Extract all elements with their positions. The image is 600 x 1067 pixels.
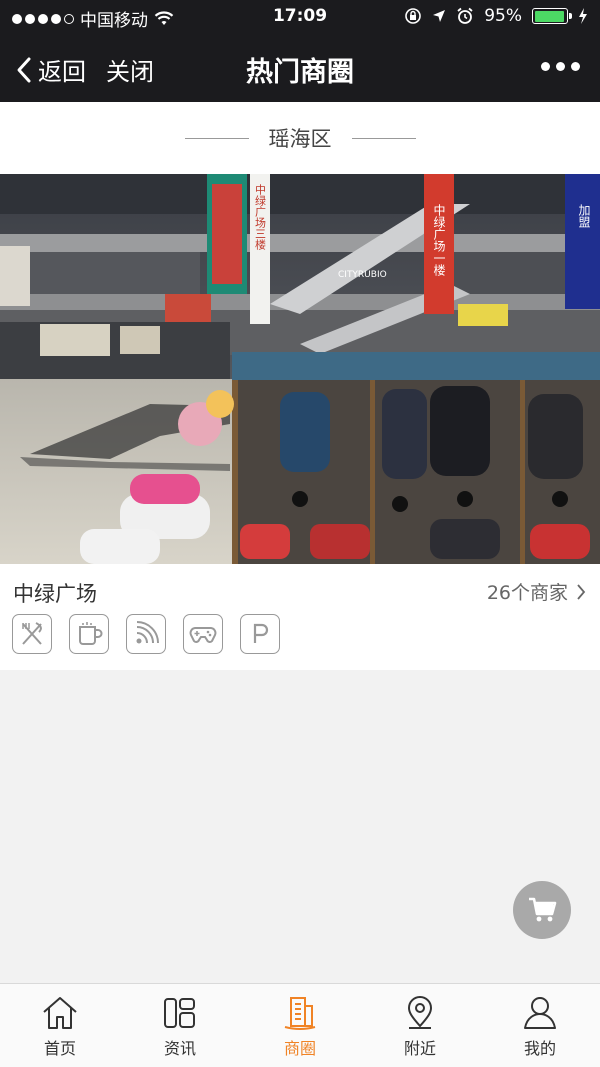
photo-sign-floor1: 中绿广场一楼 [432, 203, 446, 276]
status-bar: 中国移动 17:09 95% [0, 0, 600, 34]
tab-label: 附近 [403, 1039, 436, 1058]
tab-label: 我的 [523, 1039, 556, 1058]
district-header: 瑶海区 [0, 102, 600, 174]
news-icon [164, 998, 195, 1028]
photo-sign-floor3: 中绿广场三楼 [254, 184, 267, 251]
battery-percent: 95% [484, 6, 522, 26]
page-title: 热门商圈 [246, 57, 354, 88]
divider [351, 137, 416, 139]
plaza-card[interactable]: 中绿广场 26个商家 [0, 564, 600, 670]
tab-news[interactable]: 资讯 [120, 984, 240, 1067]
home-icon [43, 997, 77, 1029]
amenity-list [12, 614, 280, 654]
battery-icon [532, 8, 572, 24]
orientation-lock-icon [405, 8, 422, 24]
tab-bar: 首页 资讯 商圈 附近 我的 [0, 983, 600, 1067]
tab-business-district[interactable]: 商圈 [240, 984, 360, 1067]
alarm-icon [457, 7, 473, 24]
plaza-photo[interactable]: CITYRUBIO 中绿广场一楼 加盟 中绿广场三楼 [0, 174, 600, 564]
tab-mine[interactable]: 我的 [480, 984, 600, 1067]
navigation-bar: 返回 关闭 热门商圈 [0, 34, 600, 102]
restaurant-icon [12, 614, 52, 654]
plaza-photo-image: CITYRUBIO 中绿广场一楼 加盟 中绿广场三楼 [0, 174, 600, 564]
more-icon [541, 62, 550, 71]
coffee-icon [69, 614, 109, 654]
location-icon [407, 996, 433, 1029]
district-name: 瑶海区 [268, 127, 332, 151]
divider [184, 137, 249, 139]
tab-home[interactable]: 首页 [0, 984, 120, 1067]
chevron-right-icon [577, 583, 586, 600]
tab-nearby[interactable]: 附近 [360, 984, 480, 1067]
photo-sign-cityrubio: CITYRUBIO [338, 270, 387, 280]
cart-button[interactable] [513, 881, 571, 939]
plaza-name: 中绿广场 [13, 582, 97, 606]
parking-icon [240, 614, 280, 654]
tab-label: 资讯 [163, 1039, 196, 1058]
shopping-cart-icon [529, 897, 557, 922]
merchant-count-link[interactable]: 26个商家 [487, 578, 586, 605]
photo-sign-franchise: 加盟 [577, 204, 591, 228]
tab-label: 商圈 [283, 1039, 316, 1058]
top-bar: 中国移动 17:09 95% 返回 关闭 热门商圈 [0, 0, 600, 102]
charging-icon [579, 8, 587, 24]
game-icon [183, 614, 223, 654]
more-options-button[interactable] [541, 62, 580, 71]
location-arrow-icon [433, 10, 446, 22]
user-icon [524, 997, 556, 1029]
tab-label: 首页 [43, 1039, 76, 1058]
wifi-icon [126, 614, 166, 654]
business-district-icon [284, 997, 316, 1030]
merchant-count: 26个商家 [486, 582, 568, 604]
